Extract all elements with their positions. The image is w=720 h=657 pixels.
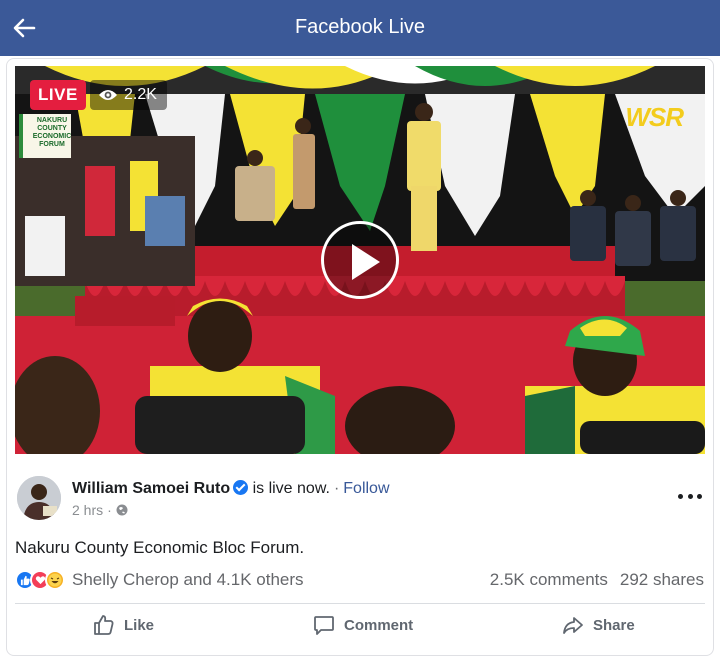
engagement-counts: 2.5K comments 292 shares (490, 570, 704, 590)
play-button[interactable] (321, 221, 399, 299)
play-icon (352, 244, 380, 280)
avatar[interactable] (17, 476, 61, 520)
separator: · (107, 502, 112, 518)
globe-icon (116, 504, 128, 516)
eye-icon (99, 90, 117, 100)
post-meta: 2 hrs · (72, 502, 128, 518)
verified-badge-icon (233, 480, 249, 495)
post-text: Nakuru County Economic Bloc Forum. (15, 538, 305, 557)
divider (15, 603, 705, 604)
like-label: Like (124, 616, 155, 634)
viewer-count: 2.2K (90, 80, 167, 110)
comment-icon (314, 616, 334, 635)
share-button[interactable]: Share (561, 610, 635, 640)
like-button[interactable]: Like (92, 610, 154, 640)
stage-banner-text: NAKURU COUNTY ECONOMIC FORUM (32, 117, 72, 148)
page-title: Facebook Live (294, 16, 426, 38)
comment-button[interactable]: Comment (312, 610, 413, 640)
author-name[interactable]: William Samoei Ruto (72, 480, 230, 497)
thumbs-up-icon (94, 615, 114, 635)
live-badge: LIVE (30, 80, 86, 110)
comments-count[interactable]: 2.5K comments (490, 570, 608, 589)
viewer-count-value: 2.2K (124, 86, 157, 103)
more-options-icon[interactable] (678, 486, 702, 506)
comment-label: Comment (344, 616, 414, 634)
live-video-player[interactable]: NAKURU COUNTY ECONOMIC FORUM LIVE 2.2K W… (15, 66, 705, 454)
shares-count[interactable]: 292 shares (620, 570, 704, 589)
top-bar: Facebook Live (0, 0, 720, 56)
post-time[interactable]: 2 hrs (72, 502, 103, 518)
post-header: William Samoei Ruto is live now. · Follow (72, 480, 390, 498)
reactions-summary[interactable]: Shelly Cherop and 4.1K others (15, 569, 304, 591)
stage-banner: NAKURU COUNTY ECONOMIC FORUM (19, 114, 71, 158)
channel-logo: WSR (625, 102, 684, 132)
live-status-text: is live now. (252, 480, 330, 497)
share-arrow-icon (563, 617, 583, 634)
reaction-names[interactable]: Shelly Cherop and 4.1K others (72, 570, 304, 590)
separator: · (333, 480, 340, 497)
haha-icon (45, 570, 65, 590)
follow-button[interactable]: Follow (343, 480, 389, 497)
share-label: Share (593, 616, 635, 634)
